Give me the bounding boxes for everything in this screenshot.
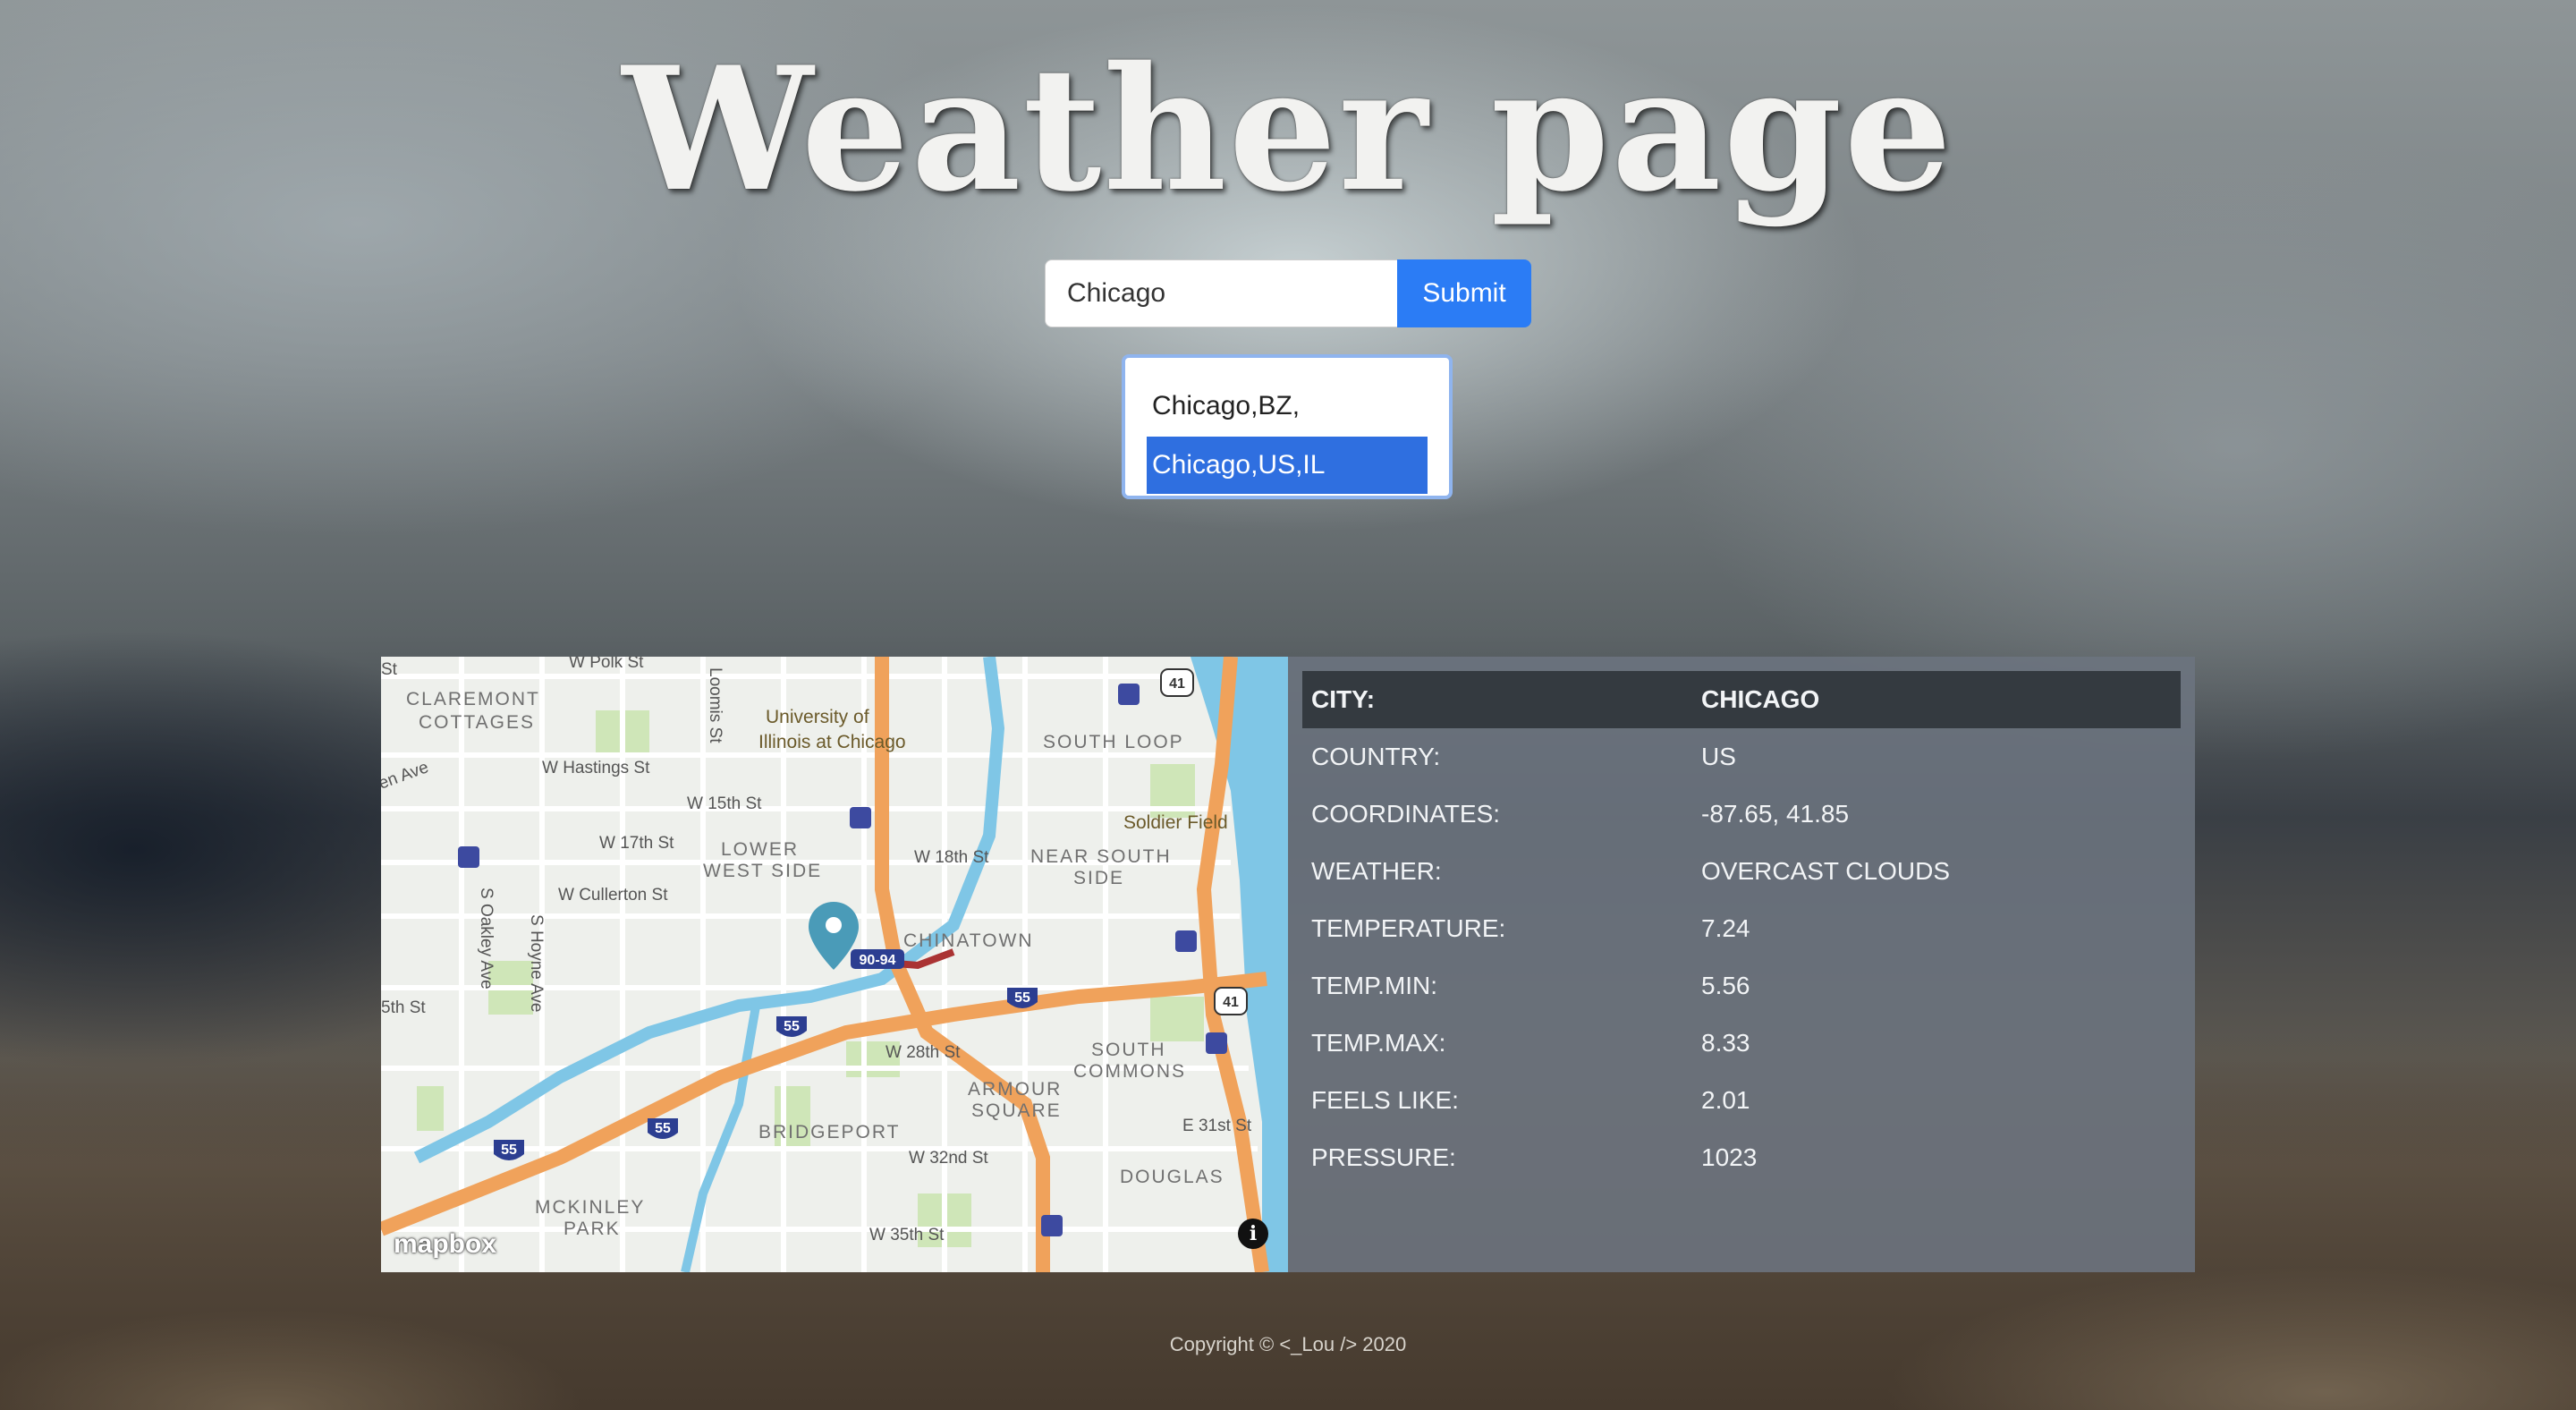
row-value: 1023 — [1701, 1143, 1758, 1171]
map-label: SOUTH — [1091, 1040, 1166, 1060]
suggestion-item-selected[interactable]: Chicago,US,IL — [1147, 437, 1428, 494]
map-label: CHINATOWN — [903, 930, 1034, 951]
svg-text:55: 55 — [784, 1019, 800, 1034]
map-label: W 32nd St — [909, 1149, 988, 1168]
weather-info-table: City: Chicago Country: US Coordinates: -… — [1288, 657, 2195, 1272]
map-label: S Oakley Ave — [477, 888, 496, 990]
page-title: Weather page — [622, 30, 1954, 229]
map-label: E 31st St — [1182, 1117, 1252, 1135]
row-label: Temp.min: — [1311, 972, 1438, 999]
map-label: W 28th St — [886, 1043, 961, 1062]
footer-copyright: Copyright © <_Lou /> 2020 — [1169, 1333, 1407, 1355]
map-label: LOWER — [721, 839, 799, 860]
map-label: COTTAGES — [419, 712, 535, 733]
map-label: WEST SIDE — [703, 861, 822, 881]
row-value: 5.56 — [1701, 972, 1750, 999]
table-row: Pressure: 1023 — [1302, 1129, 2181, 1186]
map[interactable]: 90-94 55 55 55 55 41 41 W Polk St CLAREM… — [381, 657, 1288, 1272]
table-row: Weather: overcast clouds — [1302, 843, 2181, 900]
row-value: US — [1701, 743, 1736, 770]
map-label: University of — [766, 707, 869, 727]
submit-button[interactable]: Submit — [1397, 259, 1531, 327]
table-row: Coordinates: -87.65, 41.85 — [1302, 786, 2181, 843]
map-label: PARK — [564, 1219, 621, 1239]
suggestion-item[interactable]: Chicago,BZ, — [1147, 378, 1428, 435]
map-label: W 18th St — [914, 848, 989, 867]
map-label: Soldier Field — [1123, 812, 1228, 833]
map-label: Loomis St — [706, 667, 724, 743]
map-label: BRIDGEPORT — [758, 1122, 900, 1142]
map-label: SIDE — [1073, 868, 1124, 888]
table-row: Temperature: 7.24 — [1302, 900, 2181, 957]
svg-text:41: 41 — [1223, 995, 1239, 1010]
map-label: St — [381, 660, 398, 679]
svg-text:55: 55 — [1014, 990, 1030, 1006]
search-form: Submit — [1045, 259, 1531, 327]
row-label: Country: — [1311, 743, 1441, 770]
map-label: DOUGLAS — [1120, 1167, 1224, 1187]
map-label: MCKINLEY — [535, 1197, 645, 1218]
row-label: Weather: — [1311, 857, 1442, 885]
row-value: 2.01 — [1701, 1086, 1750, 1114]
map-label: COMMONS — [1073, 1061, 1186, 1082]
city-suggestions-dropdown: Chicago,BZ, Chicago,US,IL — [1122, 354, 1453, 499]
map-label: SQUARE — [971, 1100, 1062, 1121]
row-value: overcast clouds — [1701, 857, 1950, 885]
row-label: Coordinates: — [1311, 800, 1501, 828]
table-row: Country: US — [1302, 728, 2181, 786]
info-icon[interactable]: i — [1238, 1219, 1268, 1249]
map-canvas[interactable]: 90-94 55 55 55 55 41 41 W Polk St CLAREM… — [381, 657, 1288, 1272]
map-label: CLAREMONT — [406, 689, 540, 709]
table-row: Temp.max: 8.33 — [1302, 1015, 2181, 1072]
map-label: W 17th St — [599, 834, 674, 853]
row-label: Pressure: — [1311, 1143, 1456, 1171]
map-label: NEAR SOUTH — [1030, 846, 1172, 867]
table-row: Feels like: 2.01 — [1302, 1072, 2181, 1129]
row-value: -87.65, 41.85 — [1701, 800, 1850, 828]
map-label: S Hoyne Ave — [527, 914, 546, 1013]
map-label: W Polk St — [569, 657, 644, 672]
map-label: SOUTH LOOP — [1043, 732, 1184, 752]
svg-text:41: 41 — [1169, 676, 1185, 692]
map-label: W Cullerton St — [558, 886, 668, 905]
mapbox-logo[interactable]: mapbox — [394, 1229, 496, 1260]
svg-text:90-94: 90-94 — [860, 953, 896, 968]
map-label: ARMOUR — [968, 1079, 1062, 1100]
svg-text:55: 55 — [501, 1142, 517, 1158]
svg-text:55: 55 — [655, 1121, 671, 1136]
row-label: Temp.max: — [1311, 1029, 1446, 1057]
map-label: W 15th St — [687, 794, 762, 813]
city-search-input[interactable] — [1045, 259, 1399, 327]
table-row: City: Chicago — [1302, 671, 2181, 728]
row-label: Feels like: — [1311, 1086, 1459, 1114]
map-label: 5th St — [381, 998, 426, 1017]
row-value: Chicago — [1701, 685, 1820, 713]
row-label: City: — [1311, 685, 1376, 713]
row-label: Temperature: — [1311, 914, 1506, 942]
map-label: W Hastings St — [542, 759, 650, 777]
row-value: 7.24 — [1701, 914, 1750, 942]
map-label: W 35th St — [869, 1226, 945, 1244]
map-label: Illinois at Chicago — [758, 732, 906, 752]
row-value: 8.33 — [1701, 1029, 1750, 1057]
table-row: Temp.min: 5.56 — [1302, 957, 2181, 1015]
